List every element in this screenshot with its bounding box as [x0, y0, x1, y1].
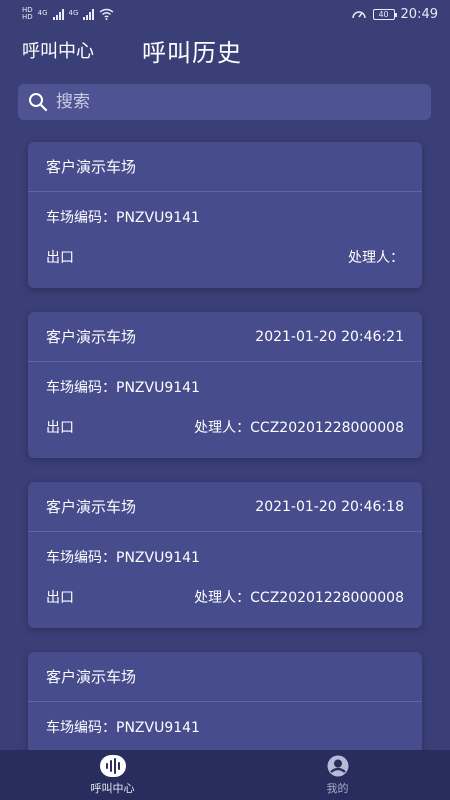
- speed-gauge-icon: [351, 11, 366, 19]
- handler-label: 处理人：: [194, 420, 251, 436]
- card-code-row: 车场编码：PNZVU9141: [28, 192, 422, 242]
- gate-direction: 出口: [46, 420, 74, 436]
- page-header: 呼叫中心 呼叫历史: [0, 30, 450, 70]
- status-left: HD HD 4G 4G: [22, 7, 114, 21]
- wifi-icon: [100, 8, 114, 20]
- call-record-card[interactable]: 客户演示车场 2021-01-20 20:46:21 车场编码：PNZVU914…: [28, 312, 422, 458]
- tab-label: 呼叫中心: [90, 781, 135, 795]
- card-info-row: 出口 处理人：CCZ20201228000008: [28, 412, 422, 442]
- search-bar[interactable]: [18, 84, 431, 120]
- parking-lot-name: 客户演示车场: [46, 158, 137, 176]
- parking-code-label: 车场编码：: [46, 720, 116, 736]
- handler-value: CCZ20201228000008: [250, 420, 404, 436]
- handler: 处理人：: [348, 247, 404, 267]
- sim2-label: HD: [22, 13, 33, 21]
- search-input[interactable]: [56, 92, 416, 112]
- parking-code: 车场编码：PNZVU9141: [46, 547, 200, 567]
- status-bar: HD HD 4G 4G 40 20:49: [0, 0, 450, 28]
- call-time: 2021-01-20 20:46:18: [255, 498, 404, 515]
- network2-label: 4G: [68, 9, 79, 17]
- search-icon: [29, 93, 48, 112]
- parking-lot-name: 客户演示车场: [46, 328, 137, 346]
- call-record-card[interactable]: 客户演示车场 车场编码：PNZVU9141 出口 处理人：: [28, 142, 422, 288]
- parking-code-label: 车场编码：: [46, 380, 116, 396]
- card-code-row: 车场编码：PNZVU9141: [28, 702, 422, 752]
- app-name: 呼叫中心: [22, 41, 94, 62]
- card-info-row: 出口 处理人：: [28, 242, 422, 272]
- card-header: 客户演示车场 2021-01-20 20:46:18: [28, 482, 422, 532]
- parking-code-value: PNZVU9141: [116, 380, 200, 396]
- parking-code-value: PNZVU9141: [116, 550, 200, 566]
- battery-icon: 40: [372, 8, 397, 20]
- status-time: 20:49: [400, 6, 438, 22]
- card-header: 客户演示车场: [28, 142, 422, 192]
- handler-value: CCZ20201228000008: [250, 590, 404, 606]
- battery-level: 40: [378, 9, 389, 19]
- call-history-list: 客户演示车场 车场编码：PNZVU9141 出口 处理人： 客户演示车场 202…: [28, 142, 422, 800]
- call-time: 2021-01-20 20:46:21: [255, 328, 404, 345]
- bottom-tab-bar: 呼叫中心 我的: [0, 750, 450, 800]
- parking-code: 车场编码：PNZVU9141: [46, 207, 200, 227]
- handler: 处理人：CCZ20201228000008: [194, 417, 404, 437]
- parking-code-label: 车场编码：: [46, 550, 116, 566]
- parking-code: 车场编码：PNZVU9141: [46, 377, 200, 397]
- user-avatar-icon: [327, 755, 348, 776]
- parking-code-value: PNZVU9141: [116, 720, 200, 736]
- parking-code-label: 车场编码：: [46, 210, 116, 226]
- voice-wave-icon: [99, 754, 126, 777]
- parking-lot-name: 客户演示车场: [46, 498, 137, 516]
- status-right: 40 20:49: [351, 7, 438, 22]
- card-header: 客户演示车场: [28, 652, 422, 702]
- card-header: 客户演示车场 2021-01-20 20:46:21: [28, 312, 422, 362]
- signal-icon: [52, 8, 64, 20]
- page-title: 呼叫历史: [142, 38, 242, 67]
- parking-code: 车场编码：PNZVU9141: [46, 717, 200, 737]
- gate-direction: 出口: [46, 250, 74, 266]
- signal-icon-2: [83, 8, 95, 20]
- parking-lot-name: 客户演示车场: [46, 668, 137, 686]
- handler-label: 处理人：: [348, 250, 404, 266]
- card-code-row: 车场编码：PNZVU9141: [28, 362, 422, 412]
- card-info-row: 出口 处理人：CCZ20201228000008: [28, 582, 422, 612]
- tab-call-center[interactable]: 呼叫中心: [0, 750, 225, 800]
- network1-label: 4G: [37, 9, 48, 17]
- sim-indicators: HD HD: [22, 7, 33, 21]
- call-record-card[interactable]: 客户演示车场 2021-01-20 20:46:18 车场编码：PNZVU914…: [28, 482, 422, 628]
- gate-direction: 出口: [46, 590, 74, 606]
- handler-label: 处理人：: [194, 590, 251, 606]
- handler: 处理人：CCZ20201228000008: [194, 587, 404, 607]
- tab-label: 我的: [326, 781, 349, 795]
- parking-code-value: PNZVU9141: [116, 210, 200, 226]
- tab-mine[interactable]: 我的: [225, 750, 450, 800]
- card-code-row: 车场编码：PNZVU9141: [28, 532, 422, 582]
